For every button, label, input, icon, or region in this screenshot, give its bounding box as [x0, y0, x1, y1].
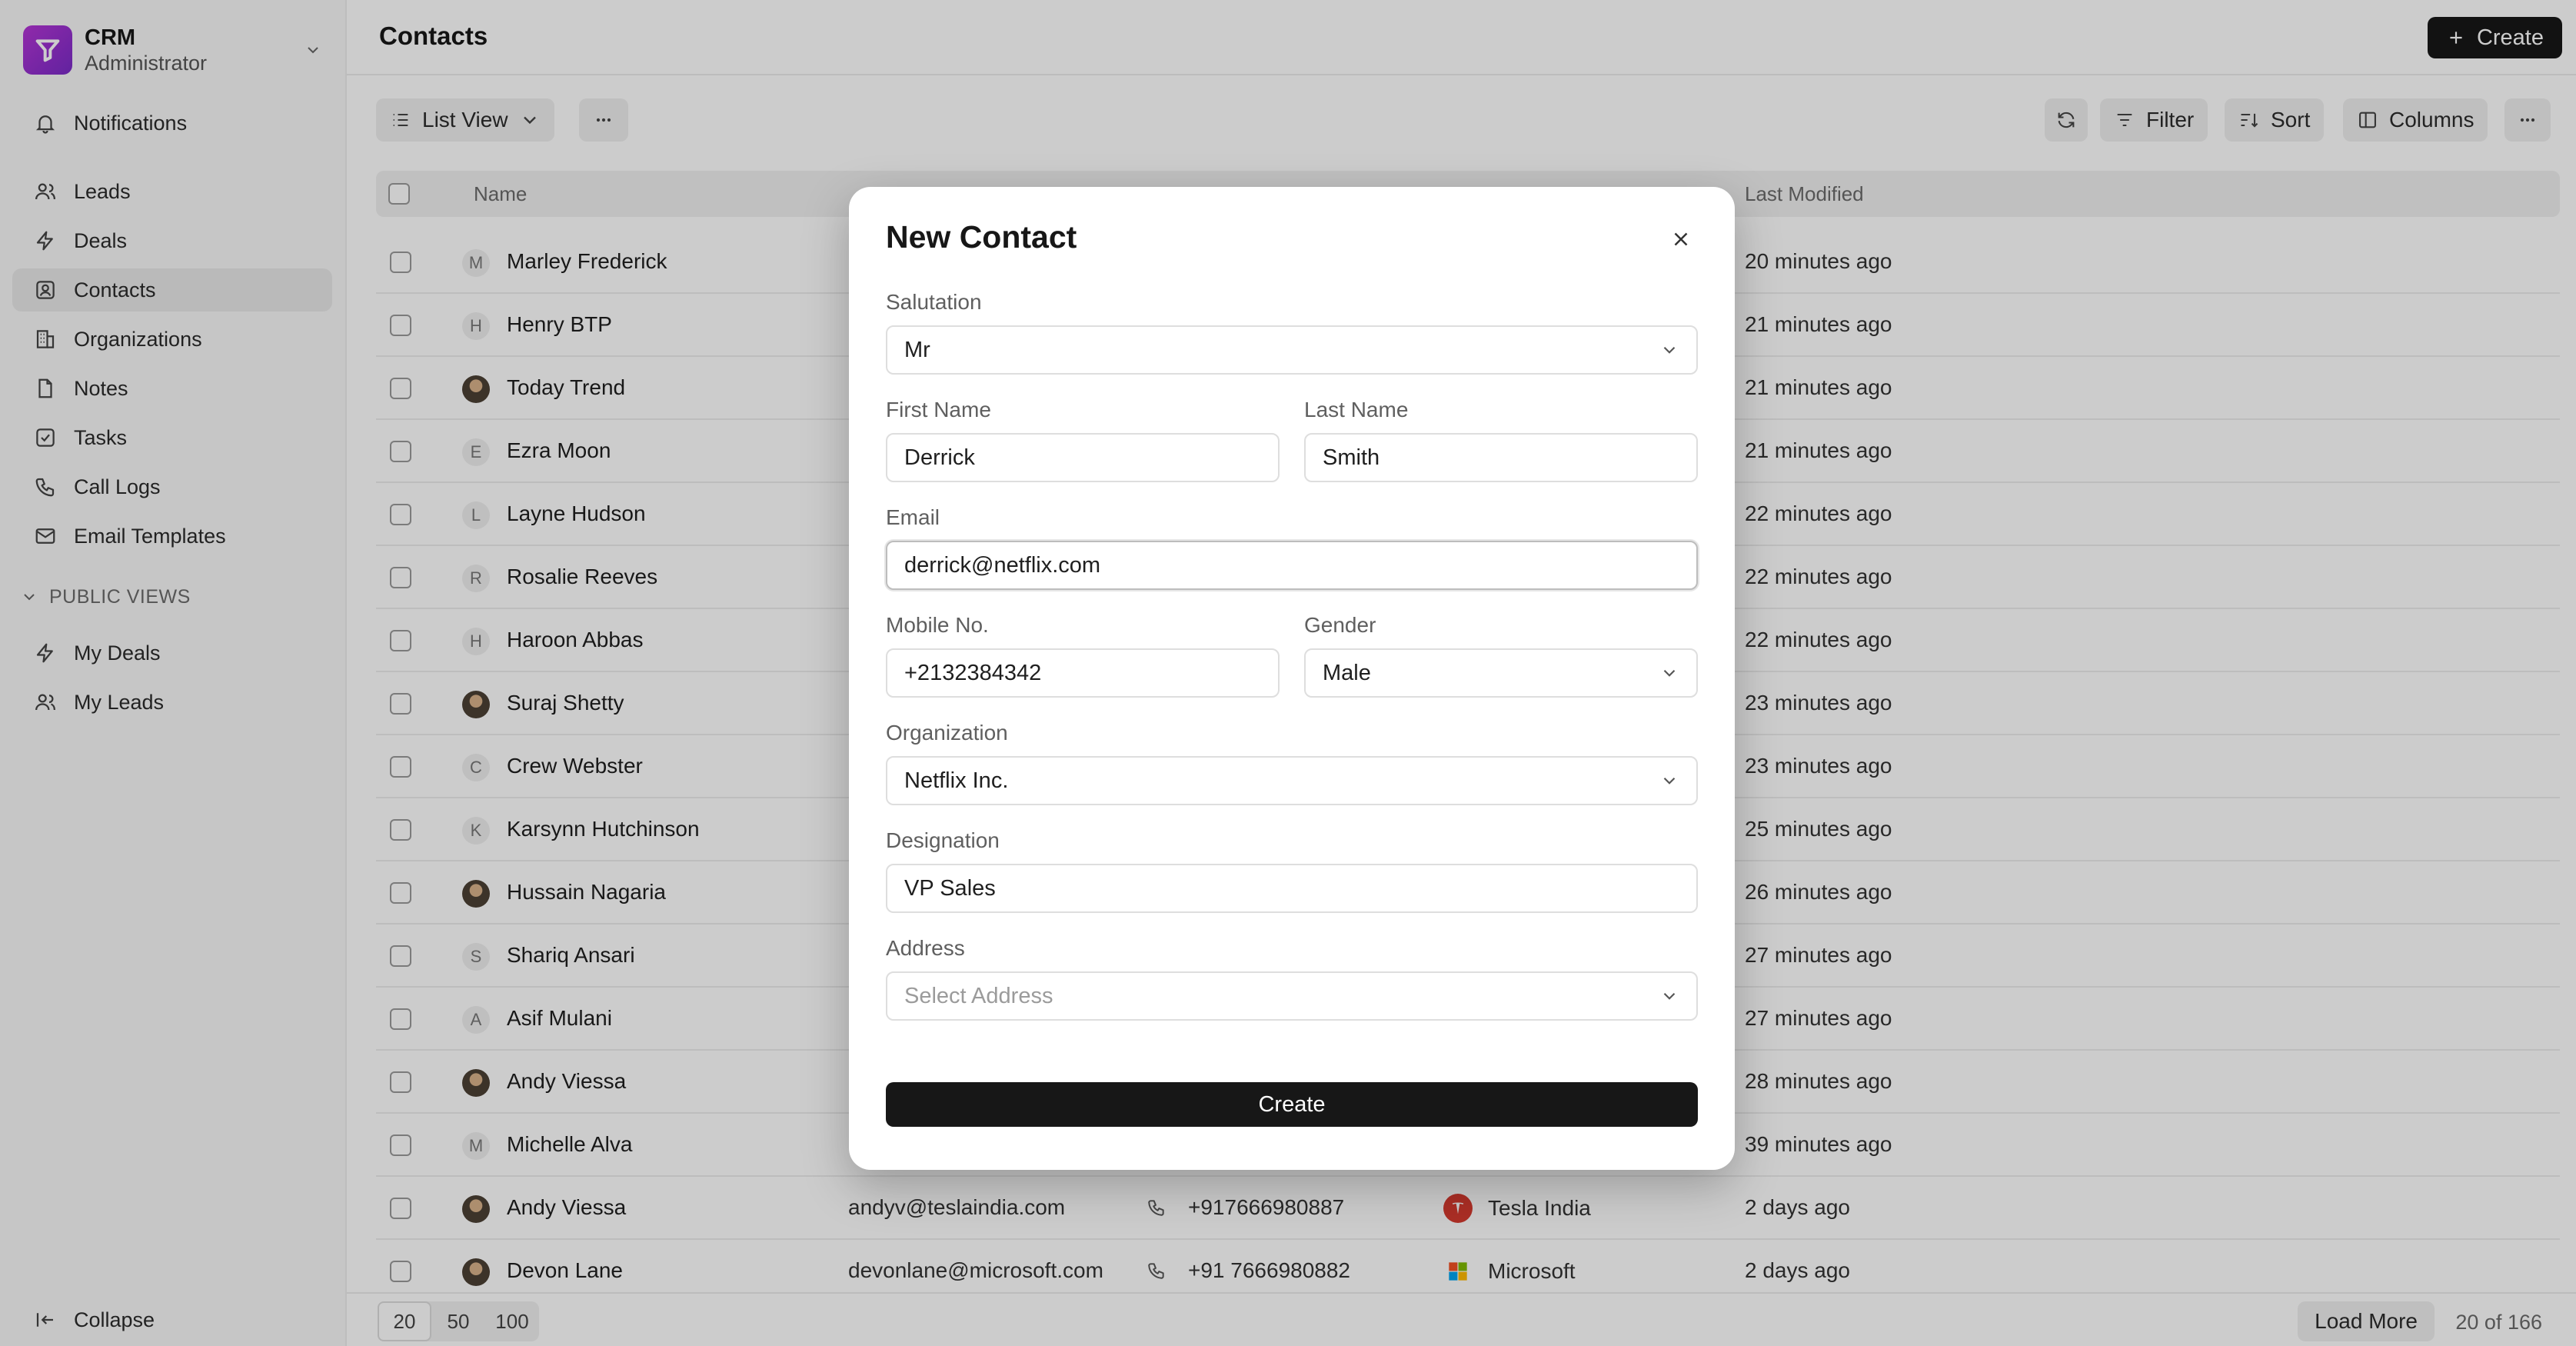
- designation-field[interactable]: VP Sales: [886, 864, 1698, 913]
- designation-label: Designation: [886, 828, 1000, 852]
- gender-value: Male: [1323, 660, 1371, 685]
- close-button[interactable]: [1666, 224, 1696, 255]
- first-name-value: Derrick: [904, 445, 975, 470]
- last-name-label: Last Name: [1304, 398, 1409, 421]
- chevron-down-icon: [1663, 669, 1676, 677]
- gender-select[interactable]: Male: [1304, 648, 1698, 698]
- new-contact-dialog: New Contact Salutation Mr First Name Der…: [849, 187, 1735, 1170]
- organization-select[interactable]: Netflix Inc.: [886, 756, 1698, 805]
- organization-label: Organization: [886, 721, 1008, 745]
- last-name-value: Smith: [1323, 445, 1380, 470]
- email-value: derrick@netflix.com: [904, 552, 1101, 578]
- address-placeholder: Select Address: [904, 983, 1053, 1008]
- email-label: Email: [886, 505, 940, 529]
- chevron-down-icon: [1663, 992, 1676, 1000]
- mobile-label: Mobile No.: [886, 613, 989, 637]
- mobile-field[interactable]: +2132384342: [886, 648, 1280, 698]
- dialog-title: New Contact: [886, 219, 1077, 255]
- organization-value: Netflix Inc.: [904, 768, 1009, 793]
- chevron-down-icon: [1663, 777, 1676, 785]
- first-name-label: First Name: [886, 398, 991, 421]
- last-name-field[interactable]: Smith: [1304, 433, 1698, 482]
- salutation-select[interactable]: Mr: [886, 325, 1698, 375]
- salutation-value: Mr: [904, 337, 930, 362]
- address-label: Address: [886, 936, 965, 960]
- salutation-label: Salutation: [886, 290, 982, 314]
- first-name-field[interactable]: Derrick: [886, 433, 1280, 482]
- close-icon: [1674, 232, 1688, 246]
- designation-value: VP Sales: [904, 875, 996, 901]
- mobile-value: +2132384342: [904, 660, 1042, 685]
- email-field[interactable]: derrick@netflix.com: [886, 541, 1698, 590]
- gender-label: Gender: [1304, 613, 1376, 637]
- address-select[interactable]: Select Address: [886, 971, 1698, 1021]
- submit-create-button[interactable]: Create: [886, 1082, 1698, 1127]
- chevron-down-icon: [1663, 346, 1676, 354]
